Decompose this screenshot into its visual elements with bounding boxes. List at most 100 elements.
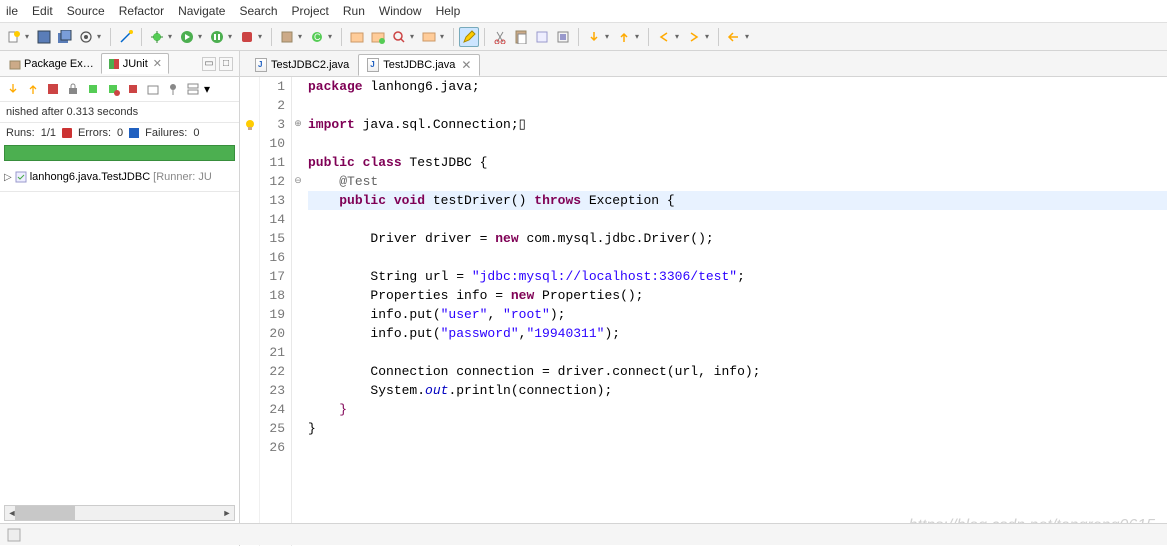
menu-run[interactable]: Run [343, 4, 365, 18]
tab-junit[interactable]: JUnit ✕ [101, 53, 169, 74]
junit-counts: Runs: 1/1 Errors: 0 Failures: 0 [0, 123, 239, 143]
failure-icon [129, 128, 139, 138]
dropdown-icon[interactable]: ▾ [198, 32, 206, 41]
rerun-failed-icon[interactable] [104, 80, 122, 98]
tab-label: Package Ex… [24, 58, 94, 70]
java-file-icon [255, 58, 267, 72]
toggle-block-icon[interactable] [553, 27, 573, 47]
menu-source[interactable]: Source [67, 4, 105, 18]
failures-label: Failures: [145, 127, 187, 139]
back-history-icon[interactable] [724, 27, 744, 47]
show-failures-icon[interactable] [44, 80, 62, 98]
test-pass-icon [15, 171, 27, 183]
pin-icon[interactable] [164, 80, 182, 98]
dropdown-icon[interactable]: ▾ [605, 32, 613, 41]
dropdown-icon[interactable]: ▾ [298, 32, 306, 41]
editor-tab-testjdbc[interactable]: TestJDBC.java ✕ [358, 54, 480, 76]
errors-label: Errors: [78, 127, 111, 139]
menu-file[interactable]: ile [6, 4, 18, 18]
dropdown-icon[interactable]: ▾ [168, 32, 176, 41]
java-file-icon [367, 58, 379, 72]
error-icon [62, 128, 72, 138]
tree-item-runner: [Runner: JU [153, 171, 212, 183]
open-type-icon[interactable] [347, 27, 367, 47]
menu-help[interactable]: Help [436, 4, 461, 18]
expand-icon[interactable]: ▷ [4, 172, 12, 183]
menu-window[interactable]: Window [379, 4, 422, 18]
left-panel: Package Ex… JUnit ✕ ▭ □ ▾ nis [0, 51, 240, 546]
scroll-thumb[interactable] [15, 506, 75, 520]
horizontal-scrollbar[interactable]: ◄ ► [4, 505, 235, 521]
menu-navigate[interactable]: Navigate [178, 4, 225, 18]
open-task-icon[interactable] [368, 27, 388, 47]
fold-gutter[interactable]: ⊕⊖ [292, 77, 304, 546]
editor-tab-testjdbc2[interactable]: TestJDBC2.java [246, 54, 358, 76]
dropdown-icon[interactable]: ▾ [97, 32, 105, 41]
scroll-lock-icon[interactable] [64, 80, 82, 98]
new-icon[interactable] [4, 27, 24, 47]
junit-tree[interactable]: ▷ lanhong6.java.TestJDBC [Runner: JU [0, 163, 239, 192]
dropdown-icon[interactable]: ▾ [25, 32, 33, 41]
save-icon[interactable] [34, 27, 54, 47]
new-class-icon[interactable]: C [307, 27, 327, 47]
scroll-right-icon[interactable]: ► [220, 506, 234, 520]
debug-icon[interactable] [147, 27, 167, 47]
maximize-icon[interactable]: □ [219, 57, 233, 71]
editor-area: TestJDBC2.java TestJDBC.java ✕ 123101112… [240, 51, 1167, 546]
next-failure-icon[interactable] [4, 80, 22, 98]
search-icon[interactable] [389, 27, 409, 47]
menu-edit[interactable]: Edit [32, 4, 53, 18]
tree-item-label: lanhong6.java.TestJDBC [30, 171, 150, 183]
coverage-icon[interactable] [207, 27, 227, 47]
stop-icon[interactable] [124, 80, 142, 98]
history-icon[interactable] [144, 80, 162, 98]
pen-icon[interactable] [459, 27, 479, 47]
minimize-icon[interactable]: ▭ [202, 57, 216, 71]
wand-icon[interactable] [116, 27, 136, 47]
close-icon[interactable]: ✕ [461, 58, 471, 72]
toggle-mark-icon[interactable] [532, 27, 552, 47]
save-all-icon[interactable] [55, 27, 75, 47]
code-content[interactable]: package lanhong6.java;import java.sql.Co… [304, 77, 1167, 546]
layout-icon[interactable] [184, 80, 202, 98]
dropdown-icon[interactable]: ▾ [328, 32, 336, 41]
dropdown-icon[interactable]: ▾ [705, 32, 713, 41]
cut-icon[interactable] [490, 27, 510, 47]
tab-package-explorer[interactable]: Package Ex… [2, 54, 101, 74]
statusbar [0, 523, 1167, 545]
back-icon[interactable] [654, 27, 674, 47]
junit-icon [108, 58, 120, 70]
failures-value: 0 [193, 127, 199, 139]
dropdown-icon[interactable]: ▾ [675, 32, 683, 41]
dropdown-icon[interactable]: ▾ [635, 32, 643, 41]
dropdown-icon[interactable]: ▾ [745, 32, 753, 41]
dropdown-icon[interactable]: ▾ [204, 82, 210, 96]
run-icon[interactable] [177, 27, 197, 47]
next-annotation-icon[interactable] [584, 27, 604, 47]
menu-project[interactable]: Project [292, 4, 329, 18]
dropdown-icon[interactable]: ▾ [258, 32, 266, 41]
paste-icon[interactable] [511, 27, 531, 47]
dropdown-icon[interactable]: ▾ [228, 32, 236, 41]
forward-icon[interactable] [684, 27, 704, 47]
prev-failure-icon[interactable] [24, 80, 42, 98]
external-tools-icon[interactable] [237, 27, 257, 47]
menubar: ile Edit Source Refactor Navigate Search… [0, 0, 1167, 23]
dropdown-icon[interactable]: ▾ [410, 32, 418, 41]
perspective-icon[interactable] [76, 27, 96, 47]
svg-text:C: C [314, 32, 321, 42]
menu-search[interactable]: Search [239, 4, 277, 18]
dropdown-icon[interactable]: ▾ [440, 32, 448, 41]
rerun-icon[interactable] [84, 80, 102, 98]
menu-refactor[interactable]: Refactor [119, 4, 164, 18]
code-editor[interactable]: 1231011121314151617181920212223242526 ⊕⊖… [240, 77, 1167, 546]
annotation-icon[interactable] [419, 27, 439, 47]
tab-label: TestJDBC2.java [271, 59, 349, 71]
package-icon [9, 58, 21, 70]
test-tree-item[interactable]: ▷ lanhong6.java.TestJDBC [Runner: JU [4, 169, 235, 185]
new-package-icon[interactable] [277, 27, 297, 47]
prev-annotation-icon[interactable] [614, 27, 634, 47]
marker-gutter [240, 77, 260, 546]
close-icon[interactable]: ✕ [153, 57, 162, 70]
editor-tabs: TestJDBC2.java TestJDBC.java ✕ [240, 51, 1167, 77]
